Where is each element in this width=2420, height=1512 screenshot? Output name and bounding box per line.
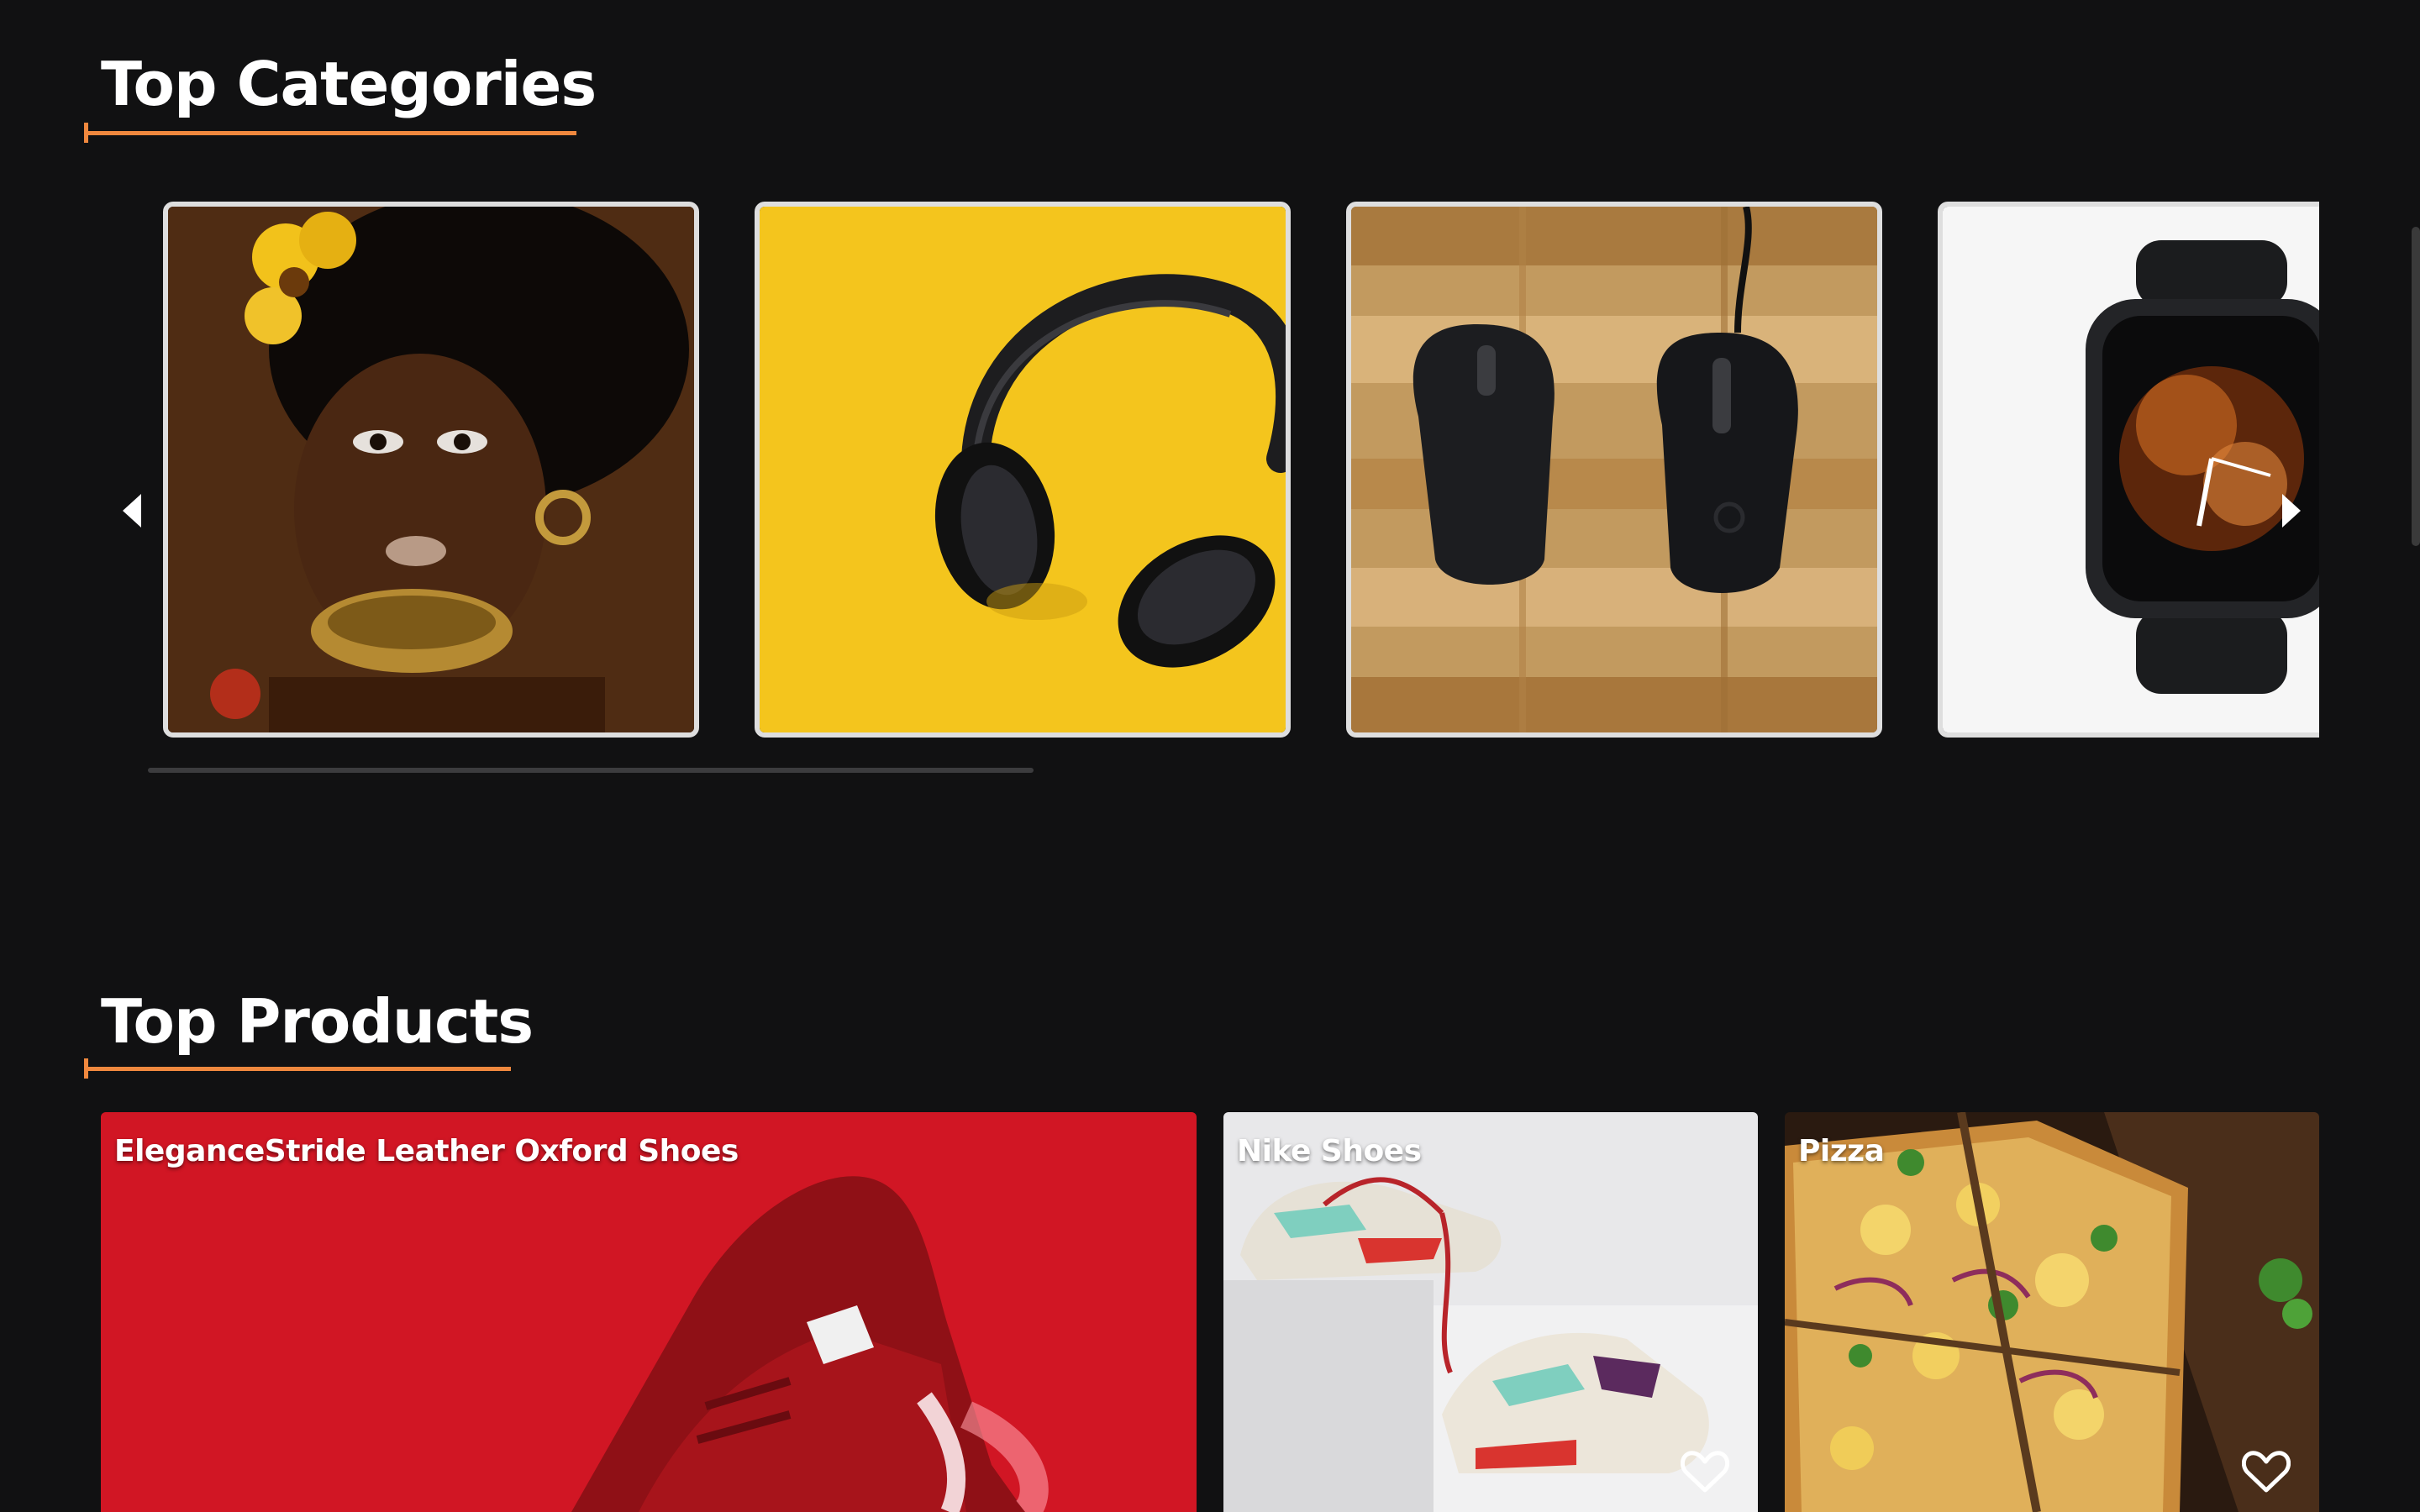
product-card-nike-shoes[interactable]: Nike Shoes [1223, 1112, 1758, 1512]
carousel-next-button[interactable] [2282, 494, 2301, 528]
category-card-accessories[interactable] [1346, 202, 1882, 738]
smartwatch-image [1943, 207, 2319, 732]
pizza-image [1785, 1112, 2319, 1512]
categories-carousel[interactable] [148, 200, 2319, 741]
category-card-audio[interactable] [755, 202, 1291, 738]
page-scrollbar[interactable] [2412, 227, 2420, 546]
top-categories-title: Top Categories [101, 49, 597, 119]
nike-shoes-image [1223, 1112, 1758, 1512]
product-name: EleganceStride Leather Oxford Shoes [114, 1134, 739, 1168]
product-name: Pizza [1798, 1134, 1885, 1168]
top-categories-underline [84, 123, 576, 143]
top-products-title: Top Products [101, 986, 534, 1057]
product-name: Nike Shoes [1237, 1134, 1422, 1168]
favorite-heart-icon[interactable] [1681, 1450, 1729, 1494]
computer-mice-image [1351, 207, 1877, 732]
headphones-image [760, 207, 1286, 732]
top-products-underline [84, 1058, 511, 1079]
favorite-heart-icon[interactable] [2242, 1450, 2291, 1494]
product-card-pizza[interactable]: Pizza [1785, 1112, 2319, 1512]
category-card-fashion[interactable] [163, 202, 699, 738]
category-card-watches[interactable] [1938, 202, 2319, 738]
carousel-scrollbar[interactable] [148, 768, 1034, 773]
red-shoe-image [101, 1112, 1197, 1512]
woman-portrait-image [168, 207, 694, 732]
product-card-oxford-shoes[interactable]: EleganceStride Leather Oxford Shoes [101, 1112, 1197, 1512]
carousel-prev-button[interactable] [123, 494, 141, 528]
